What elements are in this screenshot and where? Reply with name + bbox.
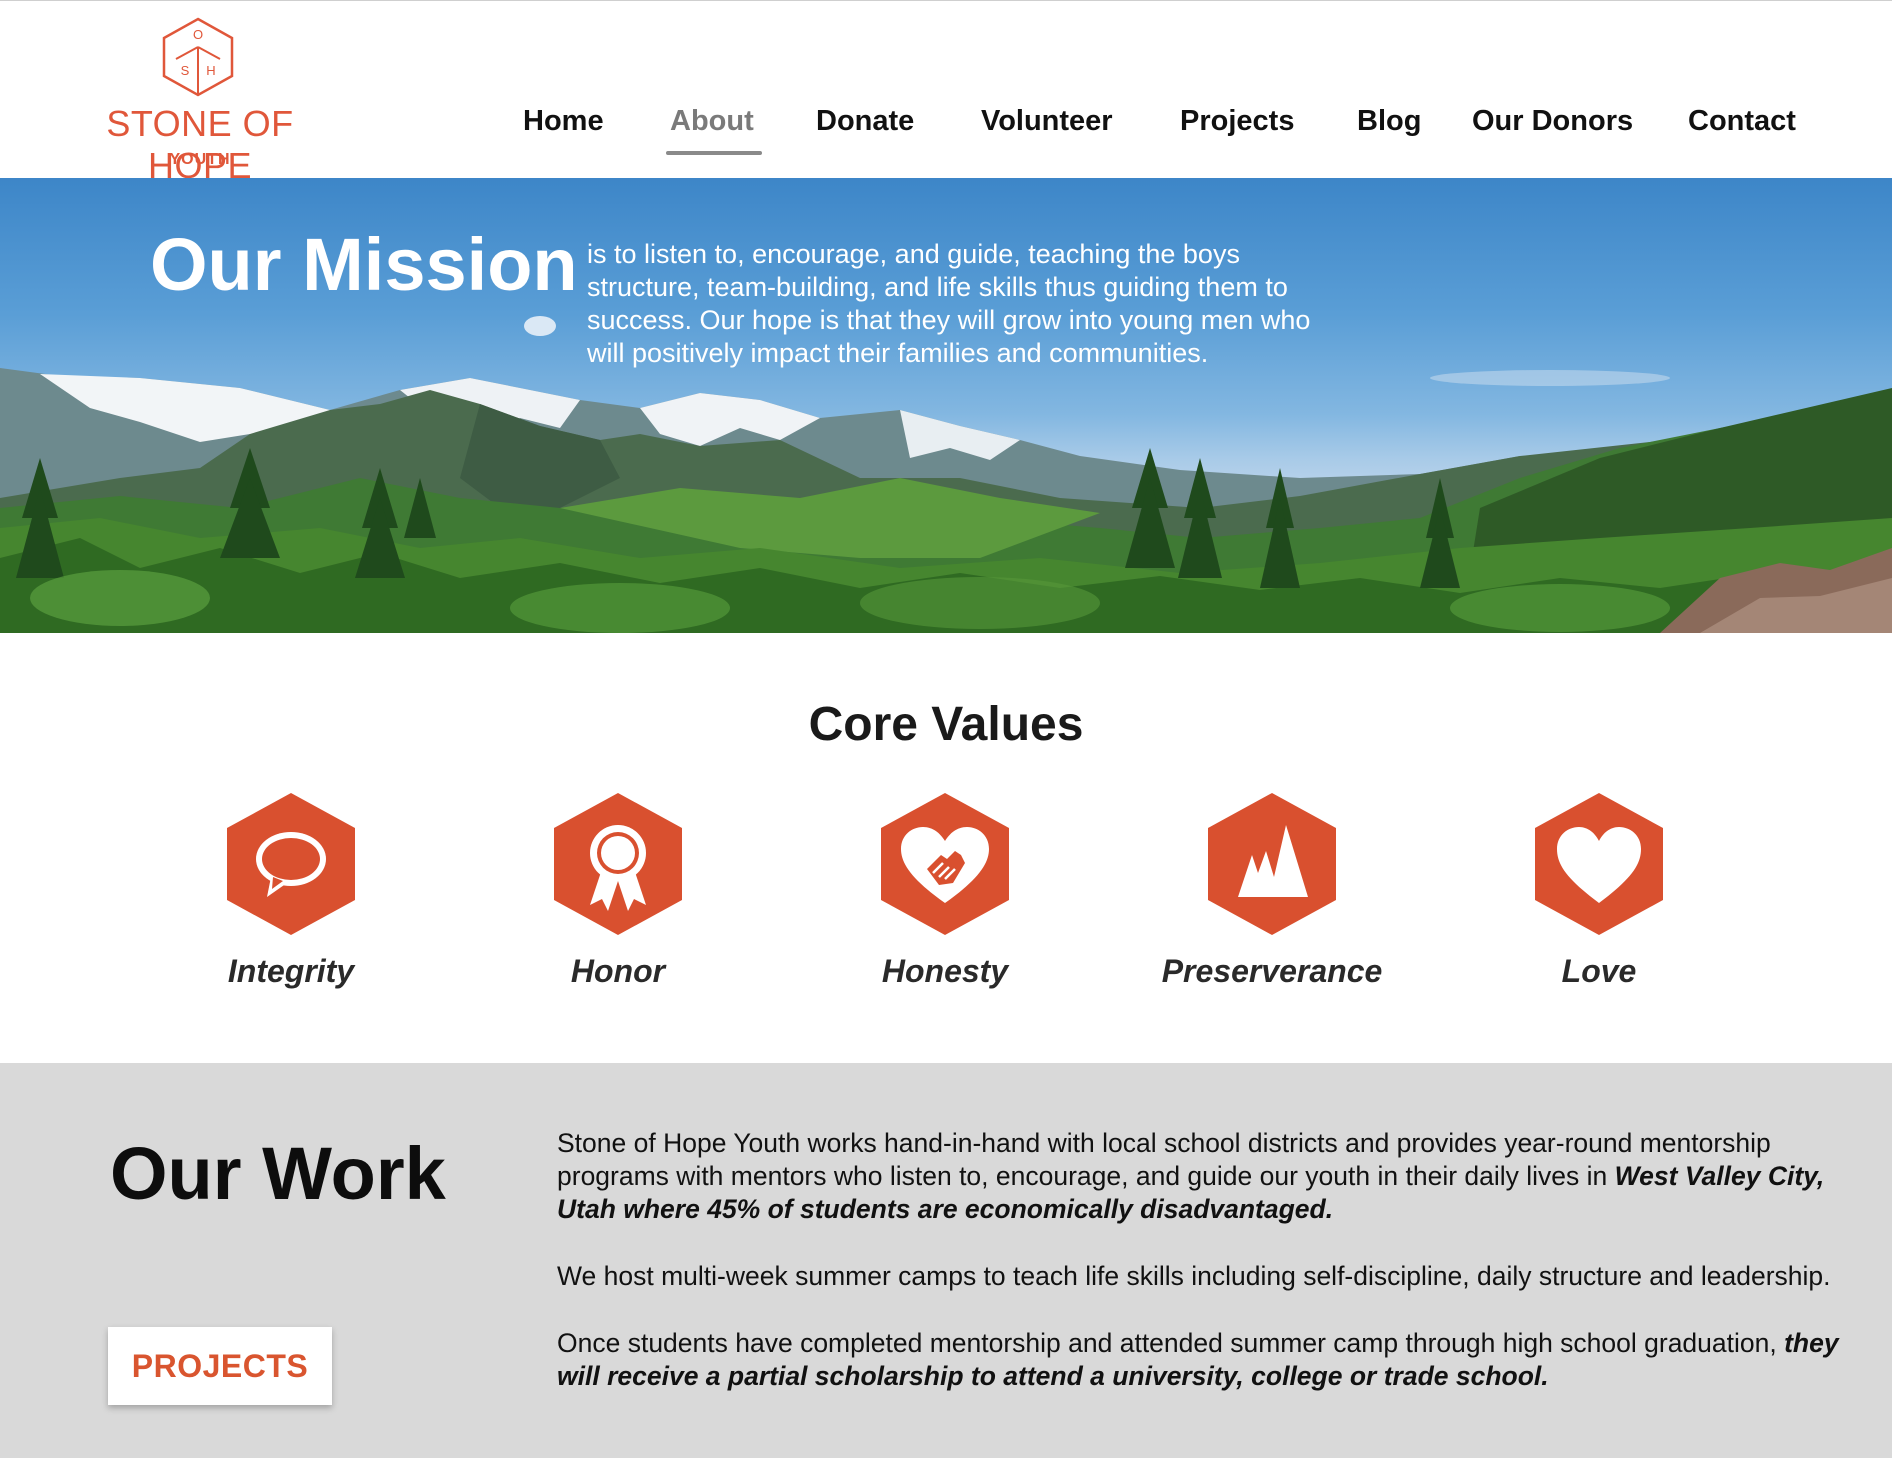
logo-letter-o: O — [193, 27, 203, 42]
value-label: Love — [1561, 953, 1637, 989]
core-values-title: Core Values — [808, 698, 1084, 751]
value-label: Preserverance — [1161, 953, 1383, 989]
mountain-peaks-icon — [1208, 793, 1336, 935]
heart-icon — [1535, 793, 1663, 935]
value-preserverance: Preserverance — [1142, 793, 1402, 990]
logo-letter-s: S — [181, 63, 190, 78]
hero-banner: Our Mission is to listen to, encourage, … — [0, 178, 1892, 633]
value-honesty: Honesty — [815, 793, 1075, 990]
nav-donate[interactable]: Donate — [816, 105, 914, 138]
value-label: Honor — [570, 953, 666, 989]
mission-title: Our Mission — [150, 223, 578, 306]
projects-button[interactable]: PROJECTS — [108, 1327, 332, 1405]
core-values-section: Core Values Integrity Honor Honesty Pres… — [0, 633, 1892, 1063]
award-ribbon-icon — [554, 793, 682, 935]
site-header: O S H STONE OF HOPE YOUTH Home About Don… — [0, 0, 1892, 186]
work-paragraph-2: We host multi-week summer camps to teach… — [557, 1261, 1831, 1291]
nav-home[interactable]: Home — [523, 105, 604, 138]
value-label: Integrity — [227, 953, 355, 989]
logo-hexagon-icon: O S H — [162, 17, 234, 97]
nav-about[interactable]: About — [670, 105, 754, 138]
work-paragraph-3: Once students have completed mentorship … — [557, 1327, 1847, 1393]
nav-active-indicator — [666, 151, 762, 155]
nav-volunteer[interactable]: Volunteer — [981, 105, 1113, 138]
mission-text: is to listen to, encourage, and guide, t… — [587, 239, 1311, 368]
nav-blog[interactable]: Blog — [1357, 105, 1421, 138]
logo-subtitle: YOUTH — [169, 151, 231, 168]
speech-bubble-icon — [227, 793, 355, 935]
our-work-section: Our Work PROJECTS Stone of Hope Youth wo… — [0, 1063, 1892, 1458]
nav-contact[interactable]: Contact — [1688, 105, 1796, 138]
nav-our-donors[interactable]: Our Donors — [1472, 105, 1633, 138]
heart-hand-icon — [881, 793, 1009, 935]
our-work-text: Stone of Hope Youth works hand-in-hand w… — [557, 1127, 1847, 1427]
value-honor: Honor — [488, 793, 748, 990]
value-love: Love — [1469, 793, 1729, 990]
our-work-title: Our Work — [110, 1132, 446, 1215]
value-label: Honesty — [881, 953, 1009, 989]
work-paragraph-1: Stone of Hope Youth works hand-in-hand w… — [557, 1127, 1847, 1226]
value-integrity: Integrity — [161, 793, 421, 990]
main-nav: Home About Donate Volunteer Projects Blo… — [0, 105, 1892, 145]
nav-projects[interactable]: Projects — [1180, 105, 1294, 138]
work-paragraph-3-text: Once students have completed mentorship … — [557, 1328, 1785, 1358]
work-paragraph-1-text: Stone of Hope Youth works hand-in-hand w… — [557, 1128, 1771, 1191]
logo-letter-h: H — [206, 63, 215, 78]
